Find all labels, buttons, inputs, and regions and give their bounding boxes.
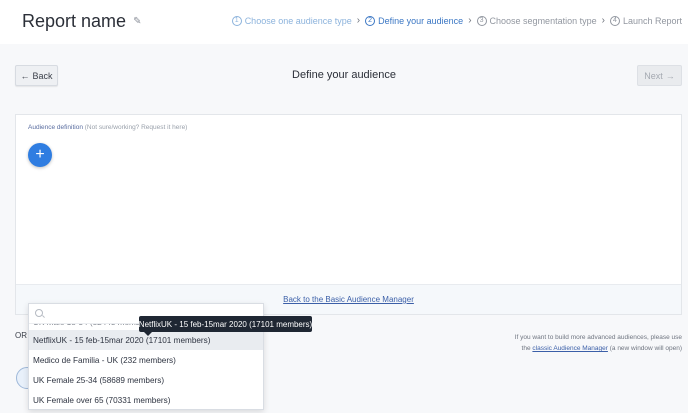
- arrow-right-icon: →: [665, 70, 675, 81]
- pencil-icon[interactable]: ✎: [133, 16, 141, 27]
- item-tooltip: NetflixUK - 15 feb-15mar 2020 (17101 mem…: [139, 316, 312, 336]
- step-3-label: Choose segmentation type: [489, 15, 597, 26]
- next-button[interactable]: Next →: [637, 65, 682, 86]
- chevron-right-icon: ›: [356, 15, 361, 26]
- list-item[interactable]: Medico de Familia - UK (232 members): [29, 350, 263, 370]
- advanced-audiences-note: If you want to build more advanced audie…: [452, 332, 682, 354]
- step-1[interactable]: 1 Choose one audience type: [231, 15, 352, 26]
- report-name[interactable]: Report name ✎: [22, 11, 141, 32]
- header: Report name ✎ 1 Choose one audience type…: [0, 0, 688, 44]
- request-hint-link[interactable]: (Not sure/working? Request it here): [85, 124, 188, 131]
- list-item[interactable]: UK Female over 65 (70331 members): [29, 390, 263, 409]
- advanced-note-post: (a new window will open): [609, 345, 682, 352]
- audience-definition-label: Audience definition (Not sure/working? R…: [28, 124, 187, 131]
- search-icon: [35, 309, 43, 317]
- step-2-label: Define your audience: [378, 15, 464, 26]
- plus-icon: +: [35, 146, 45, 163]
- chevron-right-icon: ›: [601, 15, 605, 26]
- add-rule-button[interactable]: +: [28, 143, 52, 167]
- audience-definition-panel: Audience definition (Not sure/working? R…: [15, 114, 682, 315]
- step-1-number: 1: [231, 15, 242, 26]
- step-3-number: 3: [476, 15, 487, 26]
- classic-audience-manager-link[interactable]: classic Audience Manager: [532, 345, 608, 352]
- report-name-text: Report name: [22, 11, 127, 31]
- advanced-note-pre: the: [521, 345, 531, 352]
- or-label: OR: [15, 331, 27, 340]
- page-title: Define your audience: [292, 69, 396, 81]
- step-4-label: Launch Report: [622, 15, 682, 26]
- advanced-note-line-1: If you want to build more advanced audie…: [514, 334, 682, 341]
- step-3: 3 Choose segmentation type: [476, 15, 597, 26]
- chevron-right-icon: ›: [468, 15, 472, 26]
- step-2[interactable]: 2 Define your audience: [365, 15, 464, 26]
- audience-definition-title: Audience definition: [28, 124, 83, 131]
- advanced-note-line-2: the classic Audience Manager (a new wind…: [452, 343, 682, 354]
- step-4: 4 Launch Report: [609, 15, 682, 26]
- wizard-steps: 1 Choose one audience type › 2 Define yo…: [231, 15, 682, 26]
- step-2-number: 2: [365, 15, 376, 26]
- step-4-number: 4: [609, 15, 620, 26]
- step-1-label: Choose one audience type: [244, 15, 352, 26]
- next-button-label: Next: [644, 70, 663, 81]
- list-item[interactable]: UK Female 25-34 (58689 members): [29, 370, 263, 390]
